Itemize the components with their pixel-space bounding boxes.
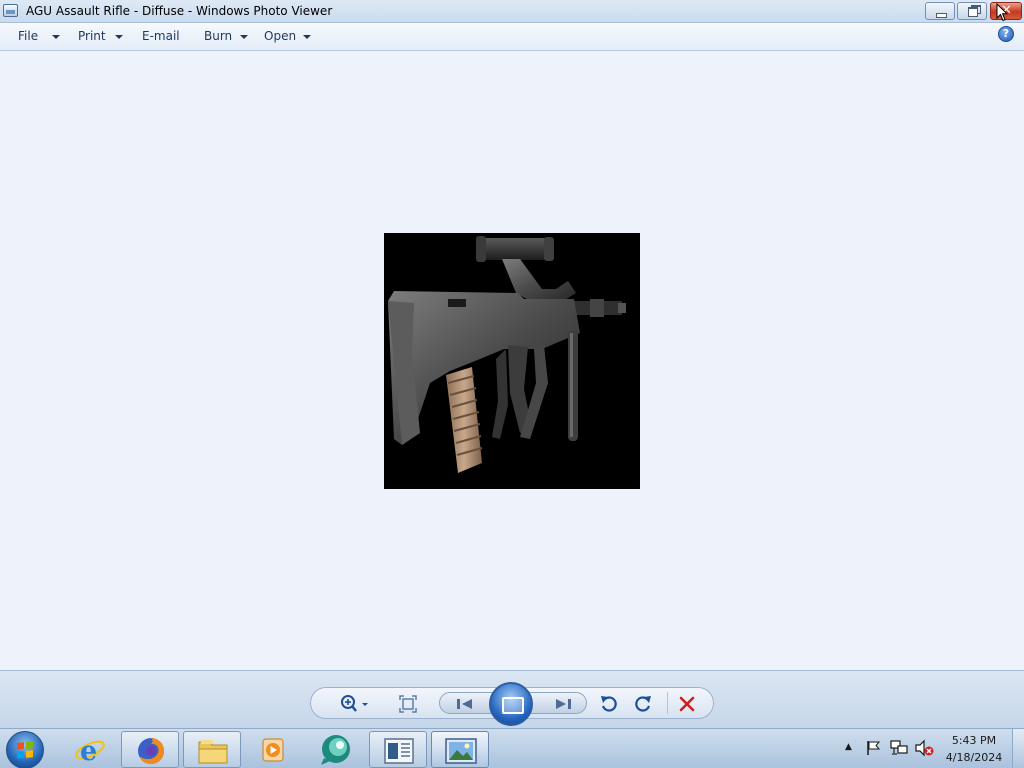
svg-text:e: e [80, 736, 97, 765]
slideshow-button[interactable] [489, 682, 533, 726]
print-dropdown-arrow-icon[interactable] [115, 35, 123, 39]
previous-icon[interactable] [456, 697, 474, 711]
internet-explorer-icon: e [75, 736, 105, 765]
media-player-icon [262, 738, 284, 762]
taskbar-file-explorer[interactable] [183, 731, 241, 768]
volume-muted-icon[interactable] [914, 739, 934, 757]
actual-size-icon[interactable] [399, 695, 417, 713]
help-icon[interactable]: ? [998, 26, 1014, 42]
network-icon[interactable] [890, 740, 908, 756]
folder-icon [198, 740, 228, 764]
rotate-clockwise-icon[interactable] [633, 694, 653, 714]
file-dropdown-arrow-icon[interactable] [52, 35, 60, 39]
taskbar-internet-explorer[interactable]: e [61, 731, 119, 768]
command-bar: File Print E-mail Burn Open [0, 23, 1024, 51]
taskbar: e ▲ 5:43 PM 4/18/2024 [0, 728, 1024, 768]
clock-date[interactable]: 4/18/2024 [940, 751, 1008, 764]
rotate-counterclockwise-icon[interactable] [599, 694, 619, 714]
window-title: AGU Assault Rifle - Diffuse - Windows Ph… [26, 4, 333, 18]
document-window-icon [384, 738, 414, 764]
displayed-photo [384, 233, 640, 489]
start-button[interactable] [6, 731, 44, 768]
controls-pill [310, 682, 714, 726]
show-hidden-icons-icon[interactable]: ▲ [845, 742, 852, 752]
image-viewing-area[interactable] [0, 51, 1024, 670]
delete-icon[interactable] [679, 696, 695, 712]
menu-email[interactable]: E-mail [142, 29, 180, 43]
menu-open[interactable]: Open [264, 29, 296, 43]
clock-time[interactable]: 5:43 PM [940, 734, 1008, 747]
zoom-icon[interactable] [339, 694, 369, 714]
mouse-cursor-icon [996, 3, 1008, 22]
controls-divider [667, 692, 668, 714]
menu-burn[interactable]: Burn [204, 29, 232, 43]
app-bubble-icon [321, 735, 350, 765]
photo-viewer-icon [445, 738, 477, 764]
taskbar-media-player[interactable] [244, 731, 302, 768]
show-desktop-button[interactable] [1012, 729, 1024, 768]
minimize-button[interactable] [925, 2, 955, 20]
restore-button[interactable] [957, 2, 987, 20]
taskbar-photo-viewer[interactable] [431, 731, 489, 768]
burn-dropdown-arrow-icon[interactable] [240, 35, 248, 39]
photo-viewer-app-icon[interactable] [3, 4, 18, 17]
menu-file[interactable]: File [18, 29, 38, 43]
firefox-icon [138, 738, 164, 764]
windows-logo-icon [17, 741, 33, 759]
assault-rifle-image [384, 233, 640, 489]
open-dropdown-arrow-icon[interactable] [303, 35, 311, 39]
playback-controls-bar [0, 670, 1024, 728]
action-center-flag-icon[interactable] [866, 740, 882, 756]
taskbar-document-window[interactable] [369, 731, 427, 768]
menu-print[interactable]: Print [78, 29, 106, 43]
taskbar-app-bubble[interactable] [306, 731, 364, 768]
taskbar-firefox[interactable] [121, 731, 179, 768]
title-bar[interactable]: AGU Assault Rifle - Diffuse - Windows Ph… [0, 0, 1024, 23]
next-icon[interactable] [554, 697, 572, 711]
